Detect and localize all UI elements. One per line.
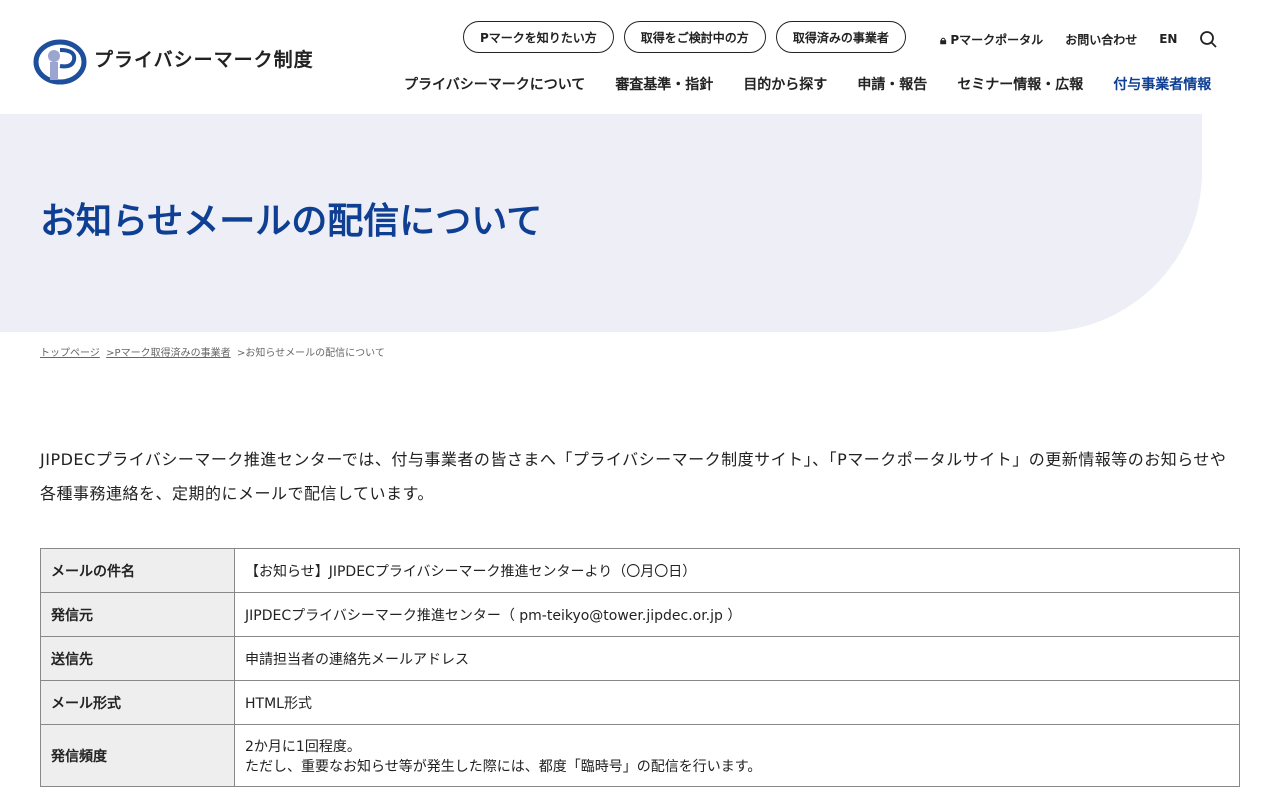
- nav-about[interactable]: プライバシーマークについて: [404, 74, 585, 94]
- table-row: 送信先 申請担当者の連絡先メールアドレス: [40, 636, 1240, 681]
- pill-know-pmark[interactable]: Pマークを知りたい方: [463, 21, 614, 53]
- table-row: 発信頻度 2か月に1回程度。 ただし、重要なお知らせ等が発生した際には、都度「臨時号…: [40, 724, 1240, 787]
- table-row: メールの件名 【お知らせ】JIPDECプライバシーマーク推進センターより（〇月〇日…: [40, 548, 1240, 593]
- nav-certified-info[interactable]: 付与事業者情報: [1113, 74, 1211, 94]
- lang-en-link[interactable]: EN: [1159, 32, 1177, 46]
- nav-seminar[interactable]: セミナー情報・広報: [957, 74, 1083, 94]
- table-row: メール形式 HTML形式: [40, 680, 1240, 725]
- breadcrumb-certified[interactable]: >Pマーク取得済みの事業者: [106, 348, 230, 359]
- search-icon[interactable]: [1199, 30, 1218, 48]
- hero-banner: お知らせメールの配信について: [0, 114, 1202, 332]
- logo-title: プライバシーマーク制度: [94, 48, 314, 71]
- breadcrumb-current: >お知らせメールの配信について: [236, 348, 385, 359]
- lock-icon: 🔒︎: [940, 32, 947, 47]
- portal-link[interactable]: 🔒︎ Pマークポータル: [940, 31, 1043, 48]
- breadcrumb-top[interactable]: トップページ: [40, 348, 100, 359]
- nav-criteria[interactable]: 審査基準・指針: [615, 74, 713, 94]
- privacy-mark-logo-icon: [33, 39, 87, 85]
- nav-purpose[interactable]: 目的から探す: [743, 74, 827, 94]
- breadcrumb: トップページ >Pマーク取得済みの事業者 >お知らせメールの配信について: [40, 344, 385, 359]
- mail-info-table: メールの件名 【お知らせ】JIPDECプライバシーマーク推進センターより（〇月〇日…: [40, 548, 1240, 787]
- table-row: 発信元 JIPDECプライバシーマーク推進センター（ pm-teikyo@towe…: [40, 592, 1240, 637]
- pill-considering[interactable]: 取得をご検討中の方: [623, 21, 766, 53]
- contact-link[interactable]: お問い合わせ: [1065, 31, 1137, 48]
- site-logo[interactable]: プライバシーマーク制度: [30, 30, 314, 86]
- page-title: お知らせメールの配信について: [40, 201, 543, 242]
- intro-text: JIPDECプライバシーマーク推進センターでは、付与事業者の皆さまへ「プライバシ…: [40, 450, 1227, 503]
- nav-apply[interactable]: 申請・報告: [857, 74, 927, 94]
- pill-certified[interactable]: 取得済みの事業者: [775, 21, 906, 53]
